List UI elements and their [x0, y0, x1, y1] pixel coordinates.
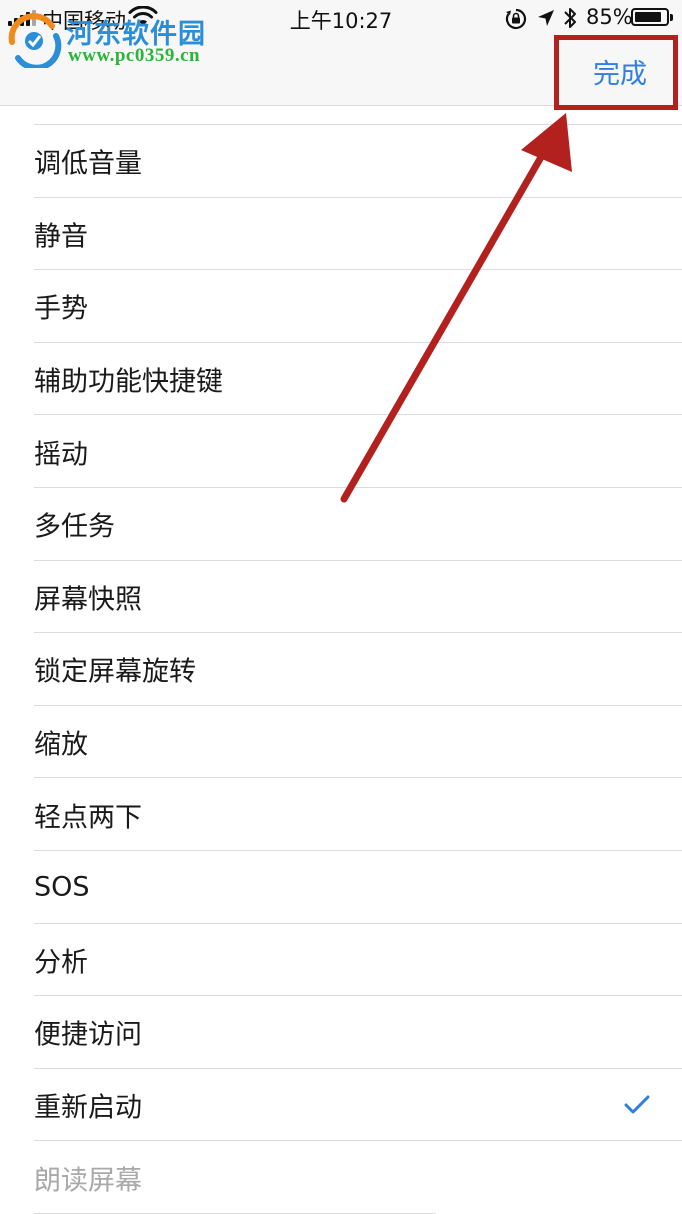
list-item-label: 多任务 [34, 511, 115, 543]
location-icon [538, 10, 554, 26]
list-item-label: 屏幕快照 [34, 584, 142, 616]
options-list: 调低音量 静音 手势 辅助功能快捷键 摇动 多任务 屏幕快照 锁定屏幕旋转 缩放… [0, 106, 682, 1214]
list-item-label: 缩放 [34, 729, 88, 761]
list-item-label: 朗读屏幕 [34, 1165, 142, 1197]
list-item[interactable]: 辅助功能快捷键 [0, 343, 682, 416]
list-item-label: 调低音量 [34, 148, 142, 180]
bluetooth-icon [564, 8, 576, 28]
list-item-label: 便捷访问 [34, 1019, 142, 1051]
watermark-url: www.pc0359.cn [68, 45, 201, 66]
list-item-label: 静音 [34, 221, 88, 253]
list-item[interactable]: 缩放 [0, 706, 682, 779]
list-item-label: 辅助功能快捷键 [34, 366, 223, 398]
checkmark-icon [624, 1095, 650, 1114]
list-item-label: 摇动 [34, 439, 88, 471]
list-item[interactable]: SOS [0, 851, 682, 924]
list-item[interactable]: 锁定屏幕旋转 [0, 633, 682, 706]
list-item-label: SOS [34, 871, 90, 903]
list-item[interactable]: 手势 [0, 270, 682, 343]
list-item[interactable]: 便捷访问 [0, 996, 682, 1069]
list-item[interactable]: 调低音量 [0, 125, 682, 198]
watermark-logo-icon [8, 13, 62, 68]
list-top-edge [0, 106, 682, 125]
battery-icon [631, 8, 673, 26]
list-item-selected[interactable]: 重新启动 [0, 1069, 682, 1142]
list-item[interactable]: 朗读屏幕 [0, 1141, 682, 1214]
list-item-label: 锁定屏幕旋转 [34, 656, 196, 688]
list-item-label: 分析 [34, 947, 88, 979]
battery-percent: 85% [586, 5, 633, 29]
list-item[interactable]: 静音 [0, 198, 682, 271]
list-item[interactable]: 摇动 [0, 415, 682, 488]
list-item[interactable]: 多任务 [0, 488, 682, 561]
rotation-lock-icon [505, 8, 527, 30]
list-item[interactable]: 分析 [0, 924, 682, 997]
list-item-label: 手势 [34, 293, 88, 325]
list-item[interactable]: 屏幕快照 [0, 561, 682, 634]
list-item[interactable]: 轻点两下 [0, 778, 682, 851]
annotation-highlight-box [554, 35, 678, 110]
list-item-label: 重新启动 [34, 1092, 142, 1124]
list-item-label: 轻点两下 [34, 802, 142, 834]
